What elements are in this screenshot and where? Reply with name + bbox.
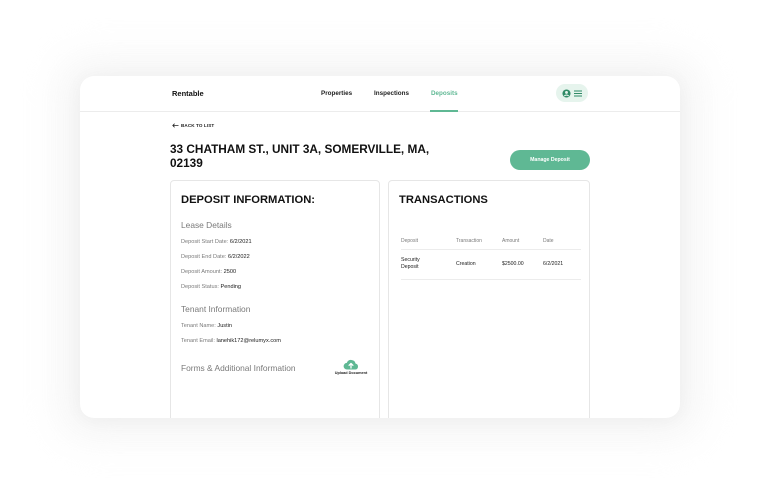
field-value: lanehik172@relumyx.com <box>216 338 281 344</box>
tenant-name-field: Tenant Name: Justin <box>181 323 232 329</box>
field-label: Deposit End Date: <box>181 254 227 260</box>
table-header-row: Deposit Transaction Amount Date <box>401 233 581 250</box>
field-label: Deposit Start Date: <box>181 239 229 245</box>
transactions-table: Deposit Transaction Amount Date Security… <box>401 233 581 280</box>
app-window: Rentable Properties Inspections Deposits… <box>80 76 680 418</box>
lease-details-heading: Lease Details <box>181 220 232 230</box>
deposit-start-date-field: Deposit Start Date: 6/2/2021 <box>181 239 252 245</box>
field-value: Pending <box>220 284 242 290</box>
field-value: 6/2/2021 <box>229 239 252 245</box>
upload-document-label: Upload Document <box>334 371 368 375</box>
user-circle-icon <box>562 88 571 98</box>
arrow-left-icon <box>172 123 179 128</box>
cell-amount: $2500.00 <box>502 249 543 280</box>
forms-additional-info-heading: Forms & Additional Information <box>181 363 296 373</box>
cell-date: 6/2/2021 <box>543 249 581 280</box>
transactions-title: TRANSACTIONS <box>399 194 488 206</box>
upload-document-button[interactable]: Upload Document <box>331 359 371 375</box>
column-header-amount: Amount <box>502 233 543 250</box>
field-label: Tenant Email: <box>181 338 215 344</box>
field-value: 6/2/2022 <box>227 254 250 260</box>
back-link-label: BACK TO LIST <box>181 123 215 128</box>
field-label: Deposit Amount: <box>181 269 223 275</box>
nav-link-deposits[interactable]: Deposits <box>431 90 458 97</box>
user-menu-button[interactable] <box>556 84 588 102</box>
column-header-date: Date <box>543 233 581 250</box>
column-header-deposit: Deposit <box>401 233 456 250</box>
manage-deposit-button[interactable]: Manage Deposit <box>510 150 590 170</box>
field-label: Deposit Status: <box>181 284 219 290</box>
menu-icon <box>574 90 582 96</box>
nav-link-properties[interactable]: Properties <box>321 90 352 97</box>
deposit-amount-field: Deposit Amount: 2500 <box>181 269 236 275</box>
field-label: Tenant Name: <box>181 323 216 329</box>
nav-link-inspections[interactable]: Inspections <box>374 90 409 97</box>
cell-transaction: Creation <box>456 249 502 280</box>
cloud-upload-icon <box>343 359 359 370</box>
deposit-information-title: DEPOSIT INFORMATION: <box>181 194 316 206</box>
deposit-status-field: Deposit Status: Pending <box>181 284 241 290</box>
table-row[interactable]: Security Deposit Creation $2500.00 6/2/2… <box>401 249 581 280</box>
brand-logo[interactable]: Rentable <box>172 89 204 98</box>
field-value: Justin <box>217 323 233 329</box>
tenant-information-heading: Tenant Information <box>181 304 251 314</box>
back-to-list-link[interactable]: BACK TO LIST <box>172 123 214 128</box>
cell-deposit: Security Deposit <box>401 249 456 280</box>
top-nav: Rentable Properties Inspections Deposits <box>80 76 680 112</box>
transactions-panel: TRANSACTIONS Deposit Transaction Amount … <box>388 180 590 418</box>
deposit-end-date-field: Deposit End Date: 6/2/2022 <box>181 254 250 260</box>
page-title: 33 CHATHAM ST., UNIT 3A, SOMERVILLE, MA,… <box>170 142 430 170</box>
tenant-email-field: Tenant Email: lanehik172@relumyx.com <box>181 338 281 344</box>
active-tab-indicator <box>430 110 458 112</box>
field-value: 2500 <box>223 269 237 275</box>
deposit-information-panel: DEPOSIT INFORMATION: Lease Details Depos… <box>170 180 380 418</box>
column-header-transaction: Transaction <box>456 233 502 250</box>
